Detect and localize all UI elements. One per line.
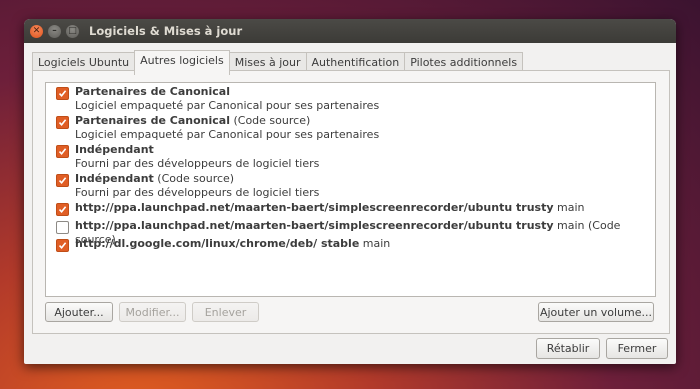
source-suffix: (Code source) [153,172,235,185]
source-item[interactable]: http://ppa.launchpad.net/maarten-baert/s… [56,201,585,216]
source-title: Indépendant [75,172,154,185]
source-item[interactable]: Partenaires de Canonical (Code source) L… [56,114,379,142]
add-source-button[interactable]: Ajouter... [45,302,113,322]
source-item[interactable]: http://dl.google.com/linux/chrome/deb/ s… [56,237,390,252]
add-volume-button[interactable]: Ajouter un volume... [538,302,654,322]
source-title: http://ppa.launchpad.net/maarten-baert/s… [75,219,554,232]
source-checkbox[interactable] [56,87,69,100]
source-description: Logiciel empaqueté par Canonical pour se… [75,128,380,141]
window-title: Logiciels & Mises à jour [89,24,243,38]
source-title: http://ppa.launchpad.net/maarten-baert/s… [75,201,554,214]
source-suffix: main [359,237,391,250]
source-description: Fourni par des développeurs de logiciel … [75,186,320,199]
maximize-window-icon[interactable]: □ [66,24,79,38]
tab-other-software[interactable]: Autres logiciels [134,50,230,75]
edit-source-button[interactable]: Modifier... [119,302,186,322]
source-checkbox[interactable] [56,116,69,129]
source-suffix: main [553,201,585,214]
source-title: http://dl.google.com/linux/chrome/deb/ s… [75,237,360,250]
source-title: Indépendant [75,143,154,156]
revert-button[interactable]: Rétablir [536,338,600,359]
close-button[interactable]: Fermer [606,338,668,359]
source-item[interactable]: Indépendant (Code source) Fourni par des… [56,172,319,200]
source-item[interactable]: Indépendant Fourni par des développeurs … [56,143,319,171]
other-software-panel: Partenaires de Canonical Logiciel empaqu… [32,70,670,334]
source-checkbox[interactable] [56,221,69,234]
source-checkbox[interactable] [56,239,69,252]
software-updates-window: ✕ – □ Logiciels & Mises à jour Logiciels… [24,19,676,364]
minimize-window-icon[interactable]: – [48,24,61,38]
source-checkbox[interactable] [56,203,69,216]
source-checkbox[interactable] [56,145,69,158]
remove-source-button[interactable]: Enlever [192,302,259,322]
source-checkbox[interactable] [56,174,69,187]
close-window-icon[interactable]: ✕ [30,24,43,38]
source-suffix: (Code source) [229,114,311,127]
title-bar[interactable]: ✕ – □ Logiciels & Mises à jour [24,19,676,43]
source-description: Logiciel empaqueté par Canonical pour se… [75,99,380,112]
source-title: Partenaires de Canonical [75,85,230,98]
source-title: Partenaires de Canonical [75,114,230,127]
source-description: Fourni par des développeurs de logiciel … [75,157,320,170]
source-item[interactable]: Partenaires de Canonical Logiciel empaqu… [56,85,379,113]
sources-list: Partenaires de Canonical Logiciel empaqu… [45,82,656,297]
